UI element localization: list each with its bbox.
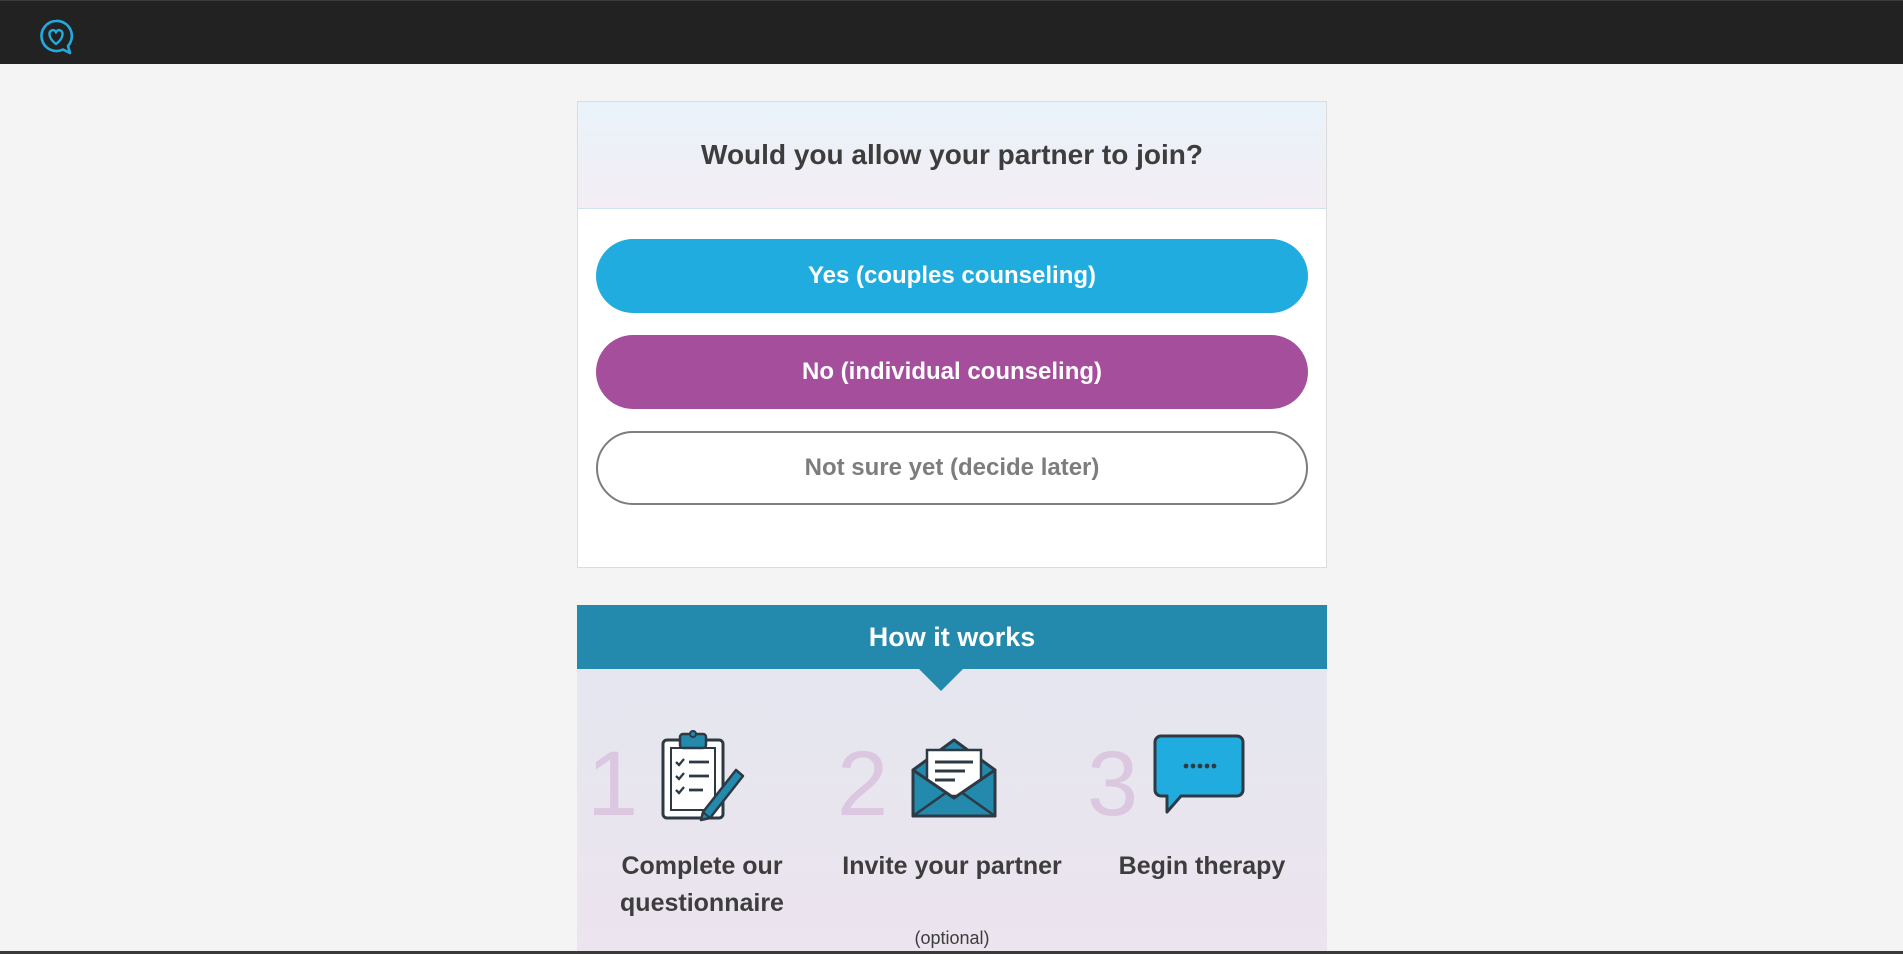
step-1: 1 Complete our questionnaire [577, 605, 827, 954]
step-number: 3 [1087, 733, 1139, 835]
no-individual-button[interactable]: No (individual counseling) [596, 335, 1308, 409]
step-label: Complete our questionnaire [620, 852, 784, 917]
step-2: 2 Invite your partner (optional) [827, 605, 1077, 954]
question-header: Would you allow your partner to join? [578, 102, 1326, 209]
clipboard-checklist-icon [661, 730, 745, 822]
yes-couples-button[interactable]: Yes (couples counseling) [596, 239, 1308, 313]
not-sure-button[interactable]: Not sure yet (decide later) [596, 431, 1308, 505]
question-title: Would you allow your partner to join? [701, 139, 1203, 170]
step-label: Begin therapy [1118, 852, 1286, 880]
speech-bubble-icon [1153, 734, 1245, 814]
heart-chat-bubble-icon[interactable] [36, 17, 76, 57]
envelope-letter-icon [911, 738, 997, 818]
partner-question-card: Would you allow your partner to join? Ye… [577, 101, 1327, 568]
step-number: 2 [837, 733, 889, 835]
how-it-works-section: How it works 1 Complete our questionnair… [577, 605, 1327, 954]
step-label: Invite your partner [842, 852, 1062, 880]
top-navbar [0, 0, 1903, 64]
step-3: 3 Begin therapy [1077, 605, 1327, 954]
step-number: 1 [587, 733, 639, 835]
step-sublabel: (optional) [914, 928, 990, 948]
